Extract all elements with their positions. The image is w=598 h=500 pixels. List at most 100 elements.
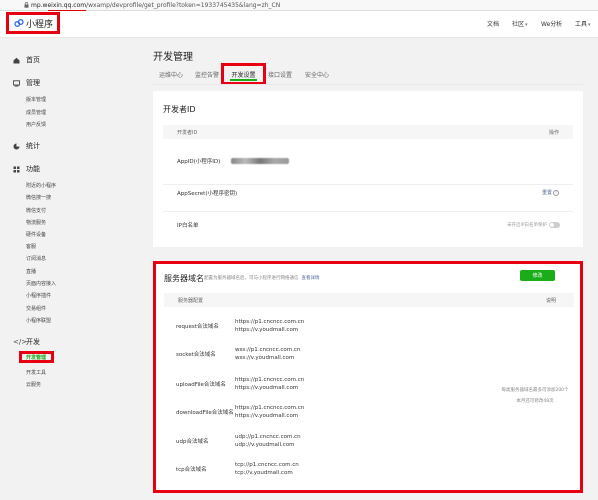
server-row-name: tcp合法域名 [176, 467, 207, 473]
appsecret-reset-link[interactable]: 重置? [542, 189, 559, 196]
nav-we-analysis[interactable]: We分析 [541, 19, 562, 28]
sidebar-item-plugin[interactable]: 小程序插件 [26, 292, 51, 299]
sidebar-item-version[interactable]: 版本管理 [26, 96, 46, 103]
nav-tools-label: 工具 [575, 21, 588, 28]
sidebar-item-nearby[interactable]: 附近的小程序 [26, 182, 56, 189]
code-icon: </> [13, 337, 28, 346]
sidebar-item-members[interactable]: 成员管理 [26, 109, 46, 116]
server-row-name: downloadFile合法域名 [176, 410, 234, 416]
appid-redacted-value [231, 158, 289, 164]
sidebar-item-page-content[interactable]: 页面内容接入 [26, 280, 56, 287]
server-row-name: socket合法域名 [176, 352, 216, 358]
server-domain-title: 服务器域名 [164, 274, 204, 283]
view-details-link[interactable]: 查看详情 [302, 276, 320, 281]
nav-docs[interactable]: 文档 [487, 19, 499, 28]
chevron-down-icon: ▾ [588, 22, 591, 28]
appsecret-reset-label: 重置 [541, 190, 552, 196]
dev-id-title: 开发者ID [163, 105, 196, 114]
page-title: 开发管理 [153, 52, 193, 63]
url-text[interactable]: mp.weixin.qq.com/wxamp/devprofile/get_pr… [31, 2, 280, 9]
logo[interactable]: 小程序 [6, 12, 60, 34]
sidebar-item-pay[interactable]: 微信支付 [26, 207, 46, 214]
appid-label: AppID(小程序ID) [177, 159, 221, 165]
domain-value: https://p1.cncncc.com.cn [235, 319, 305, 325]
server-table-header: 服务器配置 说明 [164, 293, 574, 307]
domain-value: https://v.youdmall.com [235, 327, 299, 333]
server-row-name: udp合法域名 [176, 439, 209, 445]
sidebar-item-search[interactable]: 微信搜一搜 [26, 194, 51, 201]
sidebar-item-service[interactable]: 客服 [26, 243, 36, 250]
ip-whitelist-status: 未开启IP白名单保护 [506, 223, 547, 228]
appsecret-row: AppSecret(小程序密钥) 重置? [163, 185, 573, 212]
domain-value: tcp://v.youdmall.com [235, 470, 293, 476]
server-row-values: https://p1.cncncc.com.cn https://v.youdma… [235, 376, 304, 392]
sidebar-section-develop: </> 开发 [13, 337, 40, 347]
sidebar-develop-title: 开发 [26, 338, 40, 346]
sidebar-item-dev-tools[interactable]: 开发工具 [26, 369, 46, 376]
tab-ops[interactable]: 运维中心 [159, 70, 183, 79]
sidebar-features-title: 功能 [26, 165, 40, 173]
domain-value: https://v.youdmall.com [235, 413, 299, 419]
stats-icon [13, 143, 20, 149]
server-row-name: request合法域名 [176, 324, 219, 330]
ip-whitelist-row: IP白名单 未开启IP白名单保护 [163, 212, 573, 237]
sidebar-item-union[interactable]: 小程序联盟 [26, 317, 51, 324]
sidebar-item-feedback[interactable]: 用户反馈 [26, 121, 46, 128]
server-desc-text: 配置为服务器域名后，可与小程序进行网络通信 [204, 276, 299, 281]
appsecret-label: AppSecret(小程序密钥) [177, 191, 238, 197]
monitor-icon [13, 79, 20, 86]
server-domain-card: 服务器域名 配置为服务器域名后，可与小程序进行网络通信 查看详情 修改 服务器配置… [153, 261, 583, 493]
tab-dev-settings[interactable]: 开发设置 [221, 63, 266, 85]
server-row-values: https://p1.cncncc.com.cn https://v.youdma… [235, 404, 304, 420]
sidebar-item-hardware[interactable]: 硬件设备 [26, 231, 46, 238]
ip-whitelist-toggle[interactable] [549, 222, 560, 228]
tab-dev-settings-label: 开发设置 [231, 71, 256, 79]
sidebar-item-stats[interactable]: 统计 [13, 141, 40, 151]
tabs-divider [153, 84, 583, 85]
domain-value: https://p1.cncncc.com.cn [235, 405, 305, 411]
dev-id-card: 开发者ID 开发者ID 操作 AppID(小程序ID) AppSecret(小程… [153, 91, 583, 247]
tab-monitor[interactable]: 监控告警 [195, 70, 219, 79]
col-dev-id: 开发者ID [177, 130, 198, 136]
miniprogram-logo-icon [14, 19, 24, 27]
sidebar-item-trade[interactable]: 交易组件 [26, 305, 46, 312]
url-path: /wxamp/devprofile/get_profile?token=1933… [86, 2, 281, 9]
sidebar-dev-manage-label: 开发管理 [26, 354, 47, 361]
top-bar: 小程序 文档 社区▾ We分析 工具▾ [0, 11, 598, 38]
col-operation: 操作 [548, 130, 559, 136]
dev-id-table-header: 开发者ID 操作 [163, 125, 573, 139]
nav-community[interactable]: 社区▾ [512, 19, 528, 28]
sidebar-item-live[interactable]: 直播 [26, 268, 36, 275]
browser-url-bar[interactable]: mp.weixin.qq.com/wxamp/devprofile/get_pr… [0, 0, 598, 11]
server-row-values: https://p1.cncncc.com.cn https://v.youdma… [235, 318, 304, 334]
help-icon[interactable]: ? [553, 189, 559, 196]
server-row-name: uploadFile合法域名 [176, 382, 226, 388]
server-row-values: wss://p1.cncncc.com.cn wss://v.youdmall.c… [235, 346, 300, 362]
server-note-limit: 每类服务器域名最多可添加200个 [501, 388, 569, 393]
sidebar-manage-title: 管理 [26, 79, 40, 87]
sidebar-item-dev-manage[interactable]: 开发管理 [19, 351, 54, 363]
domain-value: udp://v.youdmall.com [235, 442, 295, 448]
modify-button[interactable]: 修改 [520, 270, 555, 281]
appid-row: AppID(小程序ID) [163, 155, 573, 185]
sidebar-section-features: 功能 [13, 164, 40, 174]
sidebar-item-subscribe[interactable]: 订阅消息 [26, 255, 46, 262]
sidebar: 首页 管理 版本管理 成员管理 用户反馈 统计 功能 附近的小程序 微信搜一搜 … [0, 39, 92, 500]
col-server-config: 服务器配置 [178, 298, 204, 304]
tab-api[interactable]: 接口设置 [268, 70, 292, 79]
server-note-remaining: 本月还可修改48次 [516, 399, 554, 404]
domain-value: udp://p1.cncncc.com.cn [235, 434, 301, 440]
col-description: 说明 [545, 298, 556, 304]
domain-value: wss://v.youdmall.com [235, 355, 295, 361]
sidebar-item-home[interactable]: 首页 [13, 55, 40, 65]
domain-value: wss://p1.cncncc.com.cn [235, 347, 301, 353]
ip-whitelist-label: IP白名单 [177, 223, 199, 229]
domain-value: https://v.youdmall.com [235, 385, 299, 391]
sidebar-item-logistics[interactable]: 物流服务 [26, 219, 46, 226]
domain-value: tcp://p1.cncncc.com.cn [235, 462, 299, 468]
tab-security[interactable]: 安全中心 [305, 70, 329, 79]
sidebar-item-cloud[interactable]: 云服务 [26, 381, 41, 388]
home-icon [13, 57, 20, 63]
nav-tools[interactable]: 工具▾ [575, 19, 591, 28]
url-host: mp.weixin.qq.com [31, 2, 87, 9]
